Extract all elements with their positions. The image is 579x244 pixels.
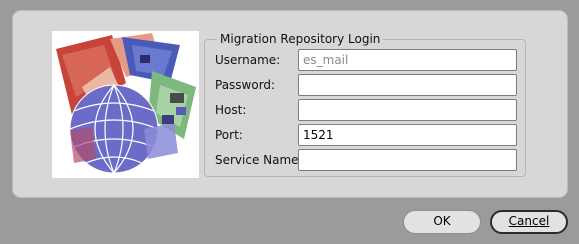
port-field[interactable] [298, 124, 517, 146]
port-label: Port: [215, 128, 243, 142]
service-name-field[interactable] [298, 149, 517, 171]
username-field[interactable] [298, 49, 517, 71]
cancel-button-label: Cancel [508, 214, 550, 228]
username-label: Username: [215, 53, 281, 67]
host-label: Host: [215, 103, 247, 117]
ok-button-label: OK [433, 214, 451, 228]
password-label: Password: [215, 78, 276, 92]
service-name-label: Service Name: [215, 153, 303, 167]
globe-icon [52, 31, 199, 178]
login-group: Migration Repository Login Username: Pas… [204, 32, 526, 177]
password-field[interactable] [298, 74, 517, 96]
cancel-button[interactable]: Cancel [490, 210, 568, 234]
migration-illustration [52, 31, 199, 178]
group-title: Migration Repository Login [217, 32, 384, 46]
ok-button[interactable]: OK [403, 210, 481, 234]
host-field[interactable] [298, 99, 517, 121]
